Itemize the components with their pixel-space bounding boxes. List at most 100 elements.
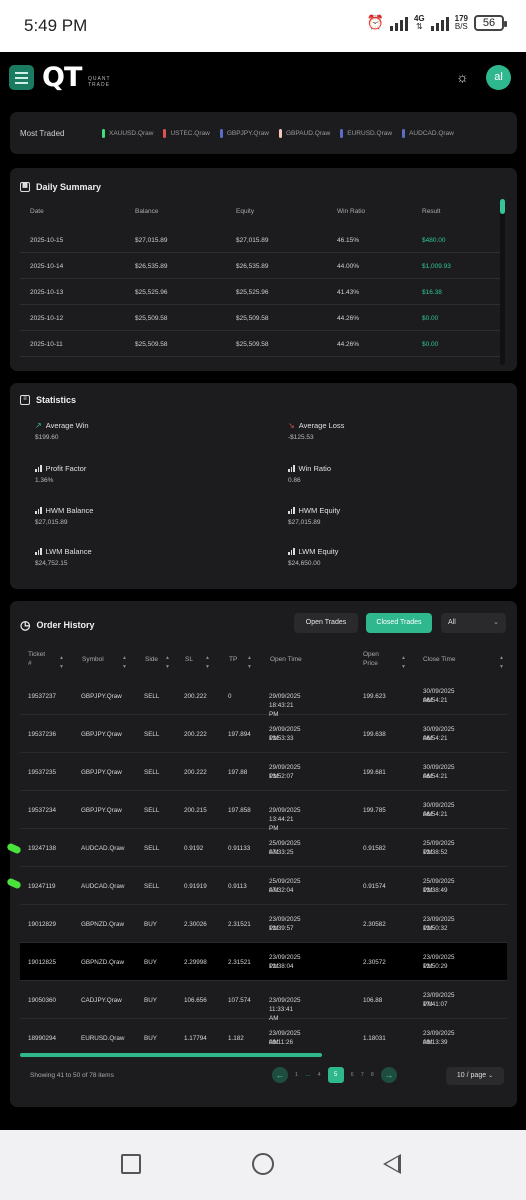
cell-tp: 0.9113 (228, 883, 247, 890)
recents-icon[interactable] (121, 1154, 141, 1174)
cell-open-price: 199.623 (363, 693, 386, 700)
cell-open-time-line-2: AM (269, 887, 279, 894)
symbol-name: EURUSD.Qraw (347, 129, 393, 137)
page-4[interactable]: 4 (318, 1072, 321, 1078)
cell-side: BUY (144, 1035, 157, 1042)
table-row: 2025-10-14 $26,535.89 $26,535.89 44.00% … (20, 253, 503, 279)
stat-label: LWM Equity (298, 547, 339, 556)
signal-icon-2 (430, 15, 449, 31)
cell-open-time-line-2: PM (269, 963, 279, 970)
cell-open-time-line-2: PM (269, 925, 279, 932)
bar-chart-icon (35, 548, 42, 555)
cell-symbol: GBPJPY.Qraw (81, 769, 122, 776)
page-ellipsis[interactable]: … (305, 1072, 311, 1078)
cell-ticket: 19012825 (28, 959, 57, 966)
sort-icon[interactable]: ▲ ▼ (499, 654, 504, 672)
cell-win-ratio: 44.26% (337, 341, 360, 348)
col-sl[interactable]: SL (185, 655, 193, 664)
page-current[interactable]: 5 (327, 1067, 344, 1083)
cell-close-time-line-2: PM (423, 887, 433, 894)
col-side[interactable]: Side (145, 655, 158, 664)
cell-result: $16.38 (422, 289, 442, 296)
cell-symbol: GBPNZD.Qraw (81, 921, 125, 928)
scrollbar-thumb[interactable] (500, 199, 505, 214)
horizontal-scrollbar[interactable] (20, 1053, 322, 1057)
table-row: 2025-10-12 $25,509.58 $25,509.58 44.26% … (20, 305, 503, 331)
col-close-time[interactable]: Close Time (423, 655, 456, 664)
cell-symbol: GBPJPY.Qraw (81, 693, 122, 700)
daily-summary-title: ▦ Daily Summary (20, 182, 101, 192)
cell-date: 2025-10-12 (30, 315, 64, 322)
vertical-scrollbar[interactable] (500, 199, 505, 365)
menu-button[interactable] (9, 65, 34, 90)
cell-tp: 197.858 (228, 807, 251, 814)
cell-symbol: AUDCAD.Qraw (81, 883, 125, 890)
back-icon[interactable] (383, 1154, 401, 1174)
most-traded-card: Most Traded XAUUSD.Qraw USTEC.Qraw GBPJP… (10, 112, 517, 154)
cell-close-time-line-2: AM (423, 1039, 433, 1046)
sort-icon[interactable]: ▲ ▼ (247, 654, 252, 672)
symbol-chip[interactable]: GBPJPY.Qraw (219, 128, 269, 138)
page-1[interactable]: 1 (295, 1072, 298, 1078)
theme-toggle-sun-icon[interactable]: ☼ (456, 70, 470, 84)
cell-open-time-line-2: AM (269, 849, 279, 856)
table-row: 19012829 GBPNZD.Qraw BUY 2.30026 2.31521… (20, 905, 507, 943)
symbol-chip[interactable]: EURUSD.Qraw (340, 128, 393, 138)
col-open-time[interactable]: Open Time (270, 655, 302, 664)
stat-label: Average Loss (298, 421, 345, 430)
cell-result: $1,009.93 (422, 263, 451, 270)
col-tp[interactable]: TP (229, 655, 237, 664)
prev-page-icon[interactable]: ← (272, 1067, 288, 1083)
sort-icon[interactable]: ▲ ▼ (122, 654, 127, 672)
page-6[interactable]: 6 (351, 1072, 354, 1078)
cell-ticket: 19247119 (28, 883, 56, 890)
filter-select[interactable]: All ⌄ (441, 613, 506, 633)
sort-icon[interactable]: ▲ ▼ (401, 654, 406, 672)
table-row: 2025-10-13 $25,525.96 $25,525.96 41.43% … (20, 279, 503, 305)
cell-ticket: 19050360 (28, 997, 57, 1004)
symbol-name: GBPAUD.Qraw (285, 129, 331, 137)
col-symbol[interactable]: Symbol (82, 655, 104, 664)
avatar[interactable]: al (486, 65, 511, 90)
cell-balance: $25,509.58 (135, 341, 168, 348)
page-7[interactable]: 7 (361, 1072, 364, 1078)
cell-side: SELL (144, 769, 160, 776)
symbol-chip[interactable]: GBPAUD.Qraw (278, 128, 331, 138)
stat-hwm-balance: HWM Balance $27,015.89 (35, 506, 93, 526)
cell-tp: 0.91133 (228, 845, 251, 852)
cell-equity: $26,535.89 (236, 263, 269, 270)
cell-sl: 200.222 (184, 769, 207, 776)
page-8[interactable]: 8 (371, 1072, 374, 1078)
symbol-color-icon (102, 128, 105, 138)
symbol-chip[interactable]: AUDCAD.Qraw (402, 128, 454, 138)
page-size-select[interactable]: 10 / page ⌄ (446, 1067, 504, 1085)
stat-average-win: ↗ Average Win $199.60 (35, 421, 89, 441)
bar-chart-icon (288, 548, 295, 555)
next-page-icon[interactable]: → (380, 1067, 397, 1083)
stat-label: LWM Balance (45, 547, 92, 556)
closed-trades-button[interactable]: Closed Trades (366, 613, 432, 633)
sort-icon[interactable]: ▲ ▼ (205, 654, 210, 672)
order-history-title-text: Order History (36, 620, 95, 630)
battery-icon: 56 (474, 14, 507, 31)
cell-win-ratio: 41.43% (337, 289, 360, 296)
cell-result: $480.00 (422, 237, 446, 244)
symbol-chip[interactable]: XAUUSD.Qraw (102, 128, 153, 138)
page-size-value: 10 / page (456, 1072, 487, 1079)
sort-icon[interactable]: ▲ ▼ (165, 654, 170, 672)
cell-sl: 2.30026 (184, 921, 207, 928)
table-row: 19247138 AUDCAD.Qraw SELL 0.9192 0.91133… (20, 829, 507, 867)
pagination: ← 1 … 4 5 6 7 8 → (272, 1067, 397, 1083)
cell-open-time-line-2: AM (269, 1039, 279, 1046)
status-bar: 5:49 PM ⏰ 4G ⇅ 179 B/S 56 (0, 0, 526, 52)
home-icon[interactable] (252, 1153, 274, 1175)
open-trades-button[interactable]: Open Trades (294, 613, 358, 633)
stat-average-loss: ↘ Average Loss -$125.53 (288, 421, 344, 441)
cell-ticket: 19012829 (28, 921, 57, 928)
cell-sl: 2.29998 (184, 959, 207, 966)
sort-icon[interactable]: ▲ ▼ (59, 654, 64, 672)
symbol-chip[interactable]: USTEC.Qraw (163, 128, 210, 138)
stat-win-ratio: Win Ratio 0.86 (288, 464, 331, 484)
symbol-color-icon (219, 128, 223, 138)
cell-open-price: 1.18031 (363, 1035, 386, 1042)
